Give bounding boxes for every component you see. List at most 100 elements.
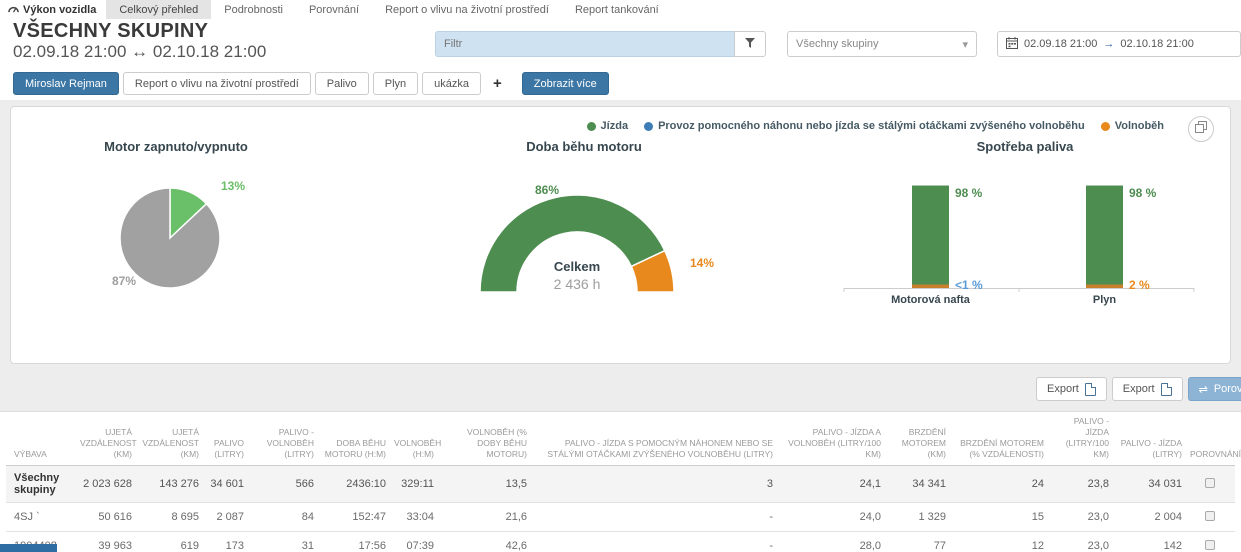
chart-label: 14% (690, 256, 714, 270)
legend-dot-icon (644, 121, 654, 131)
column-header-13[interactable]: PALIVO - JÍZDA (LITRY) (1115, 412, 1188, 467)
group-select[interactable]: Všechny skupiny ▾ (787, 31, 977, 57)
show-more-button[interactable]: Zobrazit více (521, 72, 609, 95)
tab-4[interactable]: Report tankování (562, 0, 672, 19)
page-date-range: 02.09.18 21:00 ↔ 02.10.18 21:00 (13, 42, 267, 61)
filter-button[interactable] (734, 31, 766, 57)
row-value-6: 42,6 (440, 531, 533, 552)
row-value-5: 33:04 (392, 502, 440, 533)
gas-button[interactable]: Plyn (372, 72, 419, 95)
column-header-4[interactable]: PALIVO - VOLNOBĚH (LITRY) (250, 412, 320, 467)
column-header-11[interactable]: BRZDĚNÍ MOTOREM (% VZDÁLENOSTI) (952, 412, 1050, 467)
chevron-down-icon: ▾ (962, 38, 968, 51)
tab-3[interactable]: Report o vlivu na životní prostředí (372, 0, 562, 19)
filter-group (435, 31, 766, 57)
row-value-5: 329:11 (392, 465, 440, 504)
legend-item-2[interactable]: Volnoběh (1100, 120, 1164, 132)
column-header-0[interactable]: VÝBAVA (6, 412, 78, 467)
column-header-9[interactable]: PALIVO - JÍZDA A VOLNOBĚH (LITRY/100 KM) (779, 412, 887, 467)
pie-chart-title: Motor zapnuto/vypnuto (104, 139, 248, 154)
row-value-6: 13,5 (440, 465, 533, 504)
row-value-7: - (533, 502, 779, 533)
column-header-7[interactable]: VOLNOBĚH (% DOBY BĚHU MOTORU) (440, 412, 533, 467)
copy-button[interactable] (1188, 116, 1214, 142)
compare-checkbox[interactable] (1205, 539, 1215, 550)
export-toolbar: Export Export ⇌ Porovnání (1036, 377, 1241, 401)
row-value-11: 23,8 (1050, 465, 1115, 504)
column-header-14[interactable]: POROVNÁNÍ (1188, 412, 1241, 467)
add-button[interactable]: + (485, 72, 510, 95)
chart-label: Celkem (554, 259, 600, 274)
row-value-11: 23,0 (1050, 502, 1115, 533)
chart-label: 13% (221, 179, 245, 193)
bar-chart-title: Spotřeba paliva (976, 139, 1074, 154)
row-value-12: 2 004 (1115, 502, 1188, 533)
compare-cell (1188, 531, 1235, 552)
bar-segment-volnoběh (912, 284, 949, 288)
chart-label: 87% (112, 274, 136, 288)
row-value-9: 34 341 (887, 465, 952, 504)
app-title: Výkon vozidla (0, 0, 106, 19)
row-value-6: 21,6 (440, 502, 533, 533)
export-xls-button[interactable]: Export (1111, 377, 1183, 401)
demo-button[interactable]: ukázka (422, 72, 482, 95)
date-from: 02.09.18 21:00 (1024, 38, 1098, 50)
vehicle-button[interactable]: Miroslav Rejman (13, 72, 119, 95)
export-pdf-button[interactable]: Export (1036, 377, 1107, 401)
compare-button[interactable]: ⇌ Porovnání (1187, 377, 1241, 401)
tab-2[interactable]: Porovnání (296, 0, 372, 19)
column-header-5[interactable]: DOBA BĚHU MOTORU (H:M) (320, 412, 392, 467)
column-header-6[interactable]: VOLNOBĚH (H:M) (392, 412, 441, 467)
row-value-3: 31 (250, 531, 320, 552)
compare-arrows-icon: ⇌ (1198, 383, 1208, 396)
column-header-2[interactable]: UJETÁ VZDÁLENOST (KM) (138, 412, 205, 467)
compare-checkbox[interactable] (1205, 477, 1215, 488)
row-value-4: 2436:10 (320, 465, 392, 504)
column-header-12[interactable]: PALIVO - JÍZDA (LITRY/100 KM) (1050, 412, 1115, 467)
compare-cell (1188, 465, 1235, 504)
row-value-8: 24,0 (779, 502, 887, 533)
date-to: 02.10.18 21:00 (1120, 38, 1194, 50)
row-value-4: 17:56 (320, 531, 392, 552)
report-env-button[interactable]: Report o vlivu na životní prostředí (122, 72, 311, 95)
table-header-row: VÝBAVA UJETÁ VZDÁLENOST (KM) UJETÁ VZDÁLEN… (6, 412, 1241, 467)
compare-label: Porovnání (1213, 383, 1241, 395)
column-header-10[interactable]: BRZDĚNÍ MOTOREM (KM) (887, 412, 952, 467)
column-header-1[interactable]: UJETÁ VZDÁLENOST (KM) (78, 412, 138, 467)
xls-file-icon (1160, 382, 1172, 396)
row-name: 4SJ ` (6, 502, 78, 533)
date-range-picker[interactable]: 02.09.18 21:00 → 02.10.18 21:00 (997, 31, 1241, 57)
column-header-3[interactable]: PALIVO (LITRY) (205, 412, 250, 467)
compare-checkbox[interactable] (1205, 510, 1215, 521)
row-value-2: 34 601 (205, 465, 250, 504)
table-row-2[interactable]: 190440839 9636191733117:5607:3942,6-28,0… (6, 531, 1235, 552)
bar-segment-volnoběh (1086, 284, 1123, 288)
column-header-8[interactable]: PALIVO - JÍZDA S POMOCNÝM NÁHONEM NEBO S… (533, 412, 779, 467)
chart-label: 98 % (955, 186, 983, 200)
legend-item-1[interactable]: Provoz pomocného náhonu nebo jízda se st… (644, 120, 1085, 132)
tab-1[interactable]: Podrobnosti (211, 0, 296, 19)
row-value-10: 15 (952, 502, 1050, 533)
row-value-5: 07:39 (392, 531, 440, 552)
arrow-right-icon: → (1103, 38, 1115, 50)
copy-icon (1195, 120, 1207, 138)
chart-legend: Jízda Provoz pomocného náhonu nebo jízda … (586, 120, 1164, 132)
filter-input[interactable] (435, 31, 734, 57)
table-row-1[interactable]: 4SJ ` 50 616 8 695 2 087 84 152:47 33:04 21,6-2… (6, 502, 1235, 533)
row-value-3: 84 (250, 502, 320, 533)
app-title-label: Výkon vozidla (23, 3, 97, 16)
legend-dot-icon (586, 121, 596, 131)
bar-segment-jízda (1086, 185, 1123, 285)
legend-item-0[interactable]: Jízda (586, 120, 628, 132)
tab-bar: Celkový přehled Podrobnosti Porovnání Repor… (106, 0, 671, 19)
row-value-7: - (533, 531, 779, 552)
row-value-8: 24,1 (779, 465, 887, 504)
tab-0[interactable]: Celkový přehled (106, 0, 212, 19)
row-value-1: 619 (138, 531, 205, 552)
bar-segment-jízda (912, 185, 949, 285)
top-navbar: Výkon vozidla Celkový přehled Podrobnosti… (0, 0, 1241, 19)
row-value-3: 566 (250, 465, 320, 504)
fuel-button[interactable]: Palivo (314, 72, 369, 95)
table-row-0[interactable]: Všechny skupiny 2 023 628 143 276 34 601 566… (6, 465, 1235, 504)
row-value-12: 34 031 (1115, 465, 1188, 504)
